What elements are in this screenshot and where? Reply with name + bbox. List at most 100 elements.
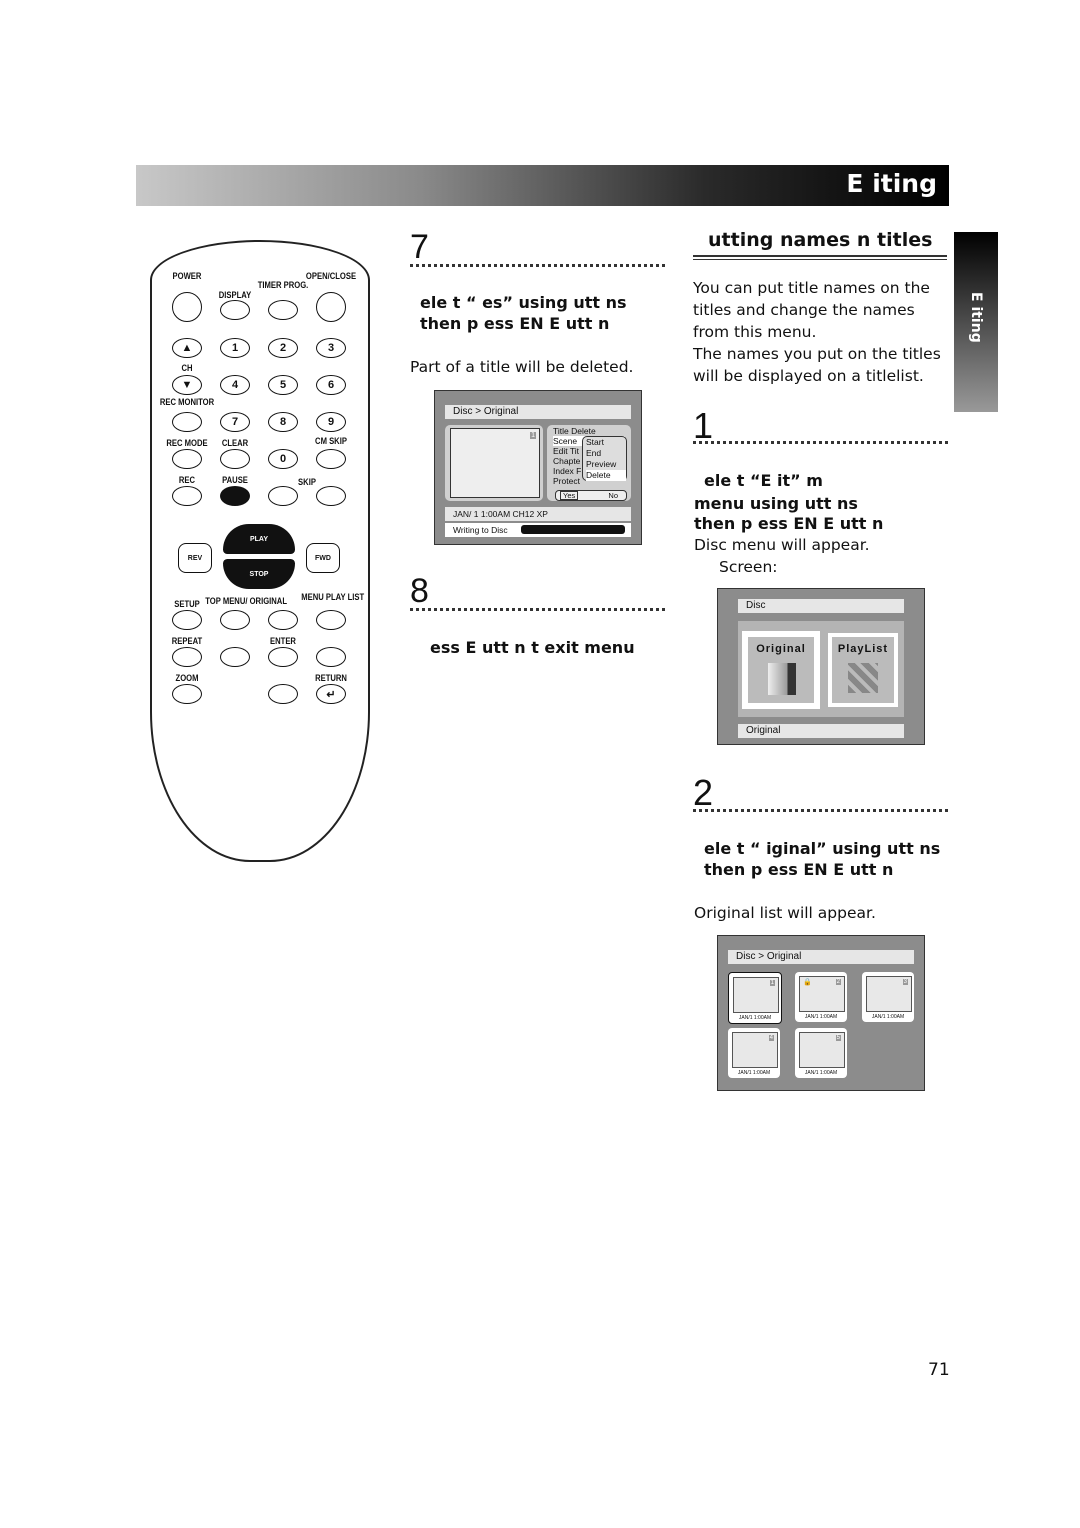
up-button[interactable] — [268, 610, 298, 630]
remote-label: REPEAT — [171, 636, 203, 646]
disc-menu-screen: Disc Original PlayList Original — [717, 588, 925, 745]
digit-6-button[interactable]: 6 — [316, 375, 346, 395]
no-button[interactable]: No — [608, 491, 618, 500]
remote-label: OPEN/CLOSE — [305, 271, 357, 281]
setup-button[interactable] — [172, 610, 202, 630]
divider — [693, 441, 948, 444]
remote-label: DISPLAY — [218, 290, 252, 300]
playlist-blocks-icon — [848, 663, 878, 693]
cm-skip-button[interactable] — [316, 449, 346, 469]
remote-label: MENU PLAY LIST — [301, 592, 365, 602]
remote-label: ZOOM — [175, 673, 199, 683]
step-note: Screen: — [719, 558, 778, 576]
channel-down-button[interactable]: ▼ — [172, 375, 202, 395]
step-note: Original list will appear. — [694, 904, 876, 922]
digit-9-button[interactable]: 9 — [316, 412, 346, 432]
manual-page: E iting POWER DISPLAY TIMER PROG. OPEN/CLOS… — [0, 0, 1080, 1528]
remote-label: REC MONITOR — [159, 397, 215, 407]
original-option[interactable]: Original — [742, 631, 820, 709]
skip-forward-button[interactable] — [316, 486, 346, 506]
skip-back-button[interactable] — [268, 486, 298, 506]
title-thumbnail[interactable]: 4 JAN/1 1:00AM — [728, 1028, 780, 1078]
edit-menu: Title Delete Scene Edit Tit Chapte Index F Pr… — [547, 425, 631, 501]
fwd-button[interactable]: FWD — [306, 543, 340, 573]
digit-1-button[interactable]: 1 — [220, 338, 250, 358]
right-button[interactable] — [316, 647, 346, 667]
title-underline — [693, 255, 947, 260]
remote-label: ENTER — [270, 636, 296, 646]
popup-item[interactable]: End — [586, 448, 626, 459]
zoom-button[interactable] — [172, 684, 202, 704]
step-instruction: ele t “ es” using utt ns then p ess EN E… — [420, 293, 627, 333]
title-thumbnail[interactable]: 5 JAN/1 1:00AM — [795, 1028, 847, 1078]
status-line: JAN/ 1 1:00AM CH12 XP — [445, 507, 631, 521]
section-header-title: E iting — [846, 169, 937, 198]
divider — [410, 264, 665, 267]
playlist-option[interactable]: PlayList — [828, 633, 898, 707]
down-button[interactable] — [268, 684, 298, 704]
title-thumbnail[interactable]: 3 JAN/1 1:00AM — [862, 972, 914, 1022]
remote-label: CH — [181, 363, 193, 373]
digit-2-button[interactable]: 2 — [268, 338, 298, 358]
progress-bar — [521, 525, 625, 534]
clear-button[interactable] — [220, 449, 250, 469]
step-number: 7 — [410, 228, 429, 266]
remote-label: TOP MENU/ ORIGINAL — [205, 596, 288, 606]
digit-8-button[interactable]: 8 — [268, 412, 298, 432]
intro-text: You can put title names on the titles an… — [693, 279, 941, 385]
original-list-screen: Disc > Original 1 JAN/1 1:00AM 2 🔒 JAN/1 1:0… — [717, 935, 925, 1091]
popup-item[interactable]: Preview — [586, 459, 626, 470]
step-note: Disc menu will appear. — [694, 536, 870, 554]
step-number: 2 — [693, 772, 714, 813]
remote-label: POWER — [172, 271, 202, 281]
rec-button[interactable] — [172, 486, 202, 506]
breadcrumb: Disc > Original — [445, 405, 631, 419]
menu-button[interactable] — [316, 610, 346, 630]
popup-item[interactable]: Delete — [586, 470, 626, 481]
step-instruction: ele t “ iginal” using utt ns then p ess … — [704, 839, 941, 879]
step-note: Part of a title will be deleted. — [410, 358, 634, 376]
digit-5-button[interactable]: 5 — [268, 375, 298, 395]
divider — [693, 809, 948, 812]
section-header-bar: E iting — [136, 165, 949, 206]
rec-monitor-button[interactable] — [172, 412, 202, 432]
pause-button[interactable] — [220, 486, 250, 506]
screen-footer: Original — [738, 724, 904, 738]
breadcrumb: Disc > Original — [728, 950, 914, 964]
channel-up-button[interactable]: ▲ — [172, 338, 202, 358]
timer-prog-button[interactable] — [268, 300, 298, 320]
remote-label: CM SKIP — [315, 436, 347, 446]
step-instruction: then p ess EN E utt n — [694, 514, 884, 533]
digit-3-button[interactable]: 3 — [316, 338, 346, 358]
digit-0-button[interactable]: 0 — [268, 449, 298, 469]
display-button[interactable] — [220, 300, 250, 320]
repeat-button[interactable] — [172, 647, 202, 667]
left-button[interactable] — [220, 647, 250, 667]
play-button[interactable]: PLAY — [223, 524, 295, 554]
preview-thumbnail: 1 — [450, 428, 540, 498]
rev-button[interactable]: REV — [178, 543, 212, 573]
digit-7-button[interactable]: 7 — [220, 412, 250, 432]
popup-item[interactable]: Start — [586, 437, 626, 448]
divider — [410, 608, 665, 611]
return-button[interactable]: ↵ — [316, 684, 346, 704]
step-number: 8 — [410, 572, 429, 610]
title-thumbnail[interactable]: 1 JAN/1 1:00AM — [728, 972, 782, 1024]
step-instruction: ess E utt n t exit menu — [430, 638, 635, 657]
original-cube-icon — [768, 663, 796, 695]
scene-delete-popup: Start End Preview Delete — [582, 436, 627, 481]
power-button[interactable] — [172, 292, 202, 322]
title-delete-screen: Disc > Original 1 Title Delete Scene Edit … — [434, 390, 642, 545]
remote-label: CLEAR — [221, 438, 249, 448]
section-title: utting names n titles — [708, 229, 933, 251]
title-thumbnail[interactable]: 2 🔒 JAN/1 1:00AM — [795, 972, 847, 1022]
yes-button[interactable]: Yes — [560, 491, 579, 500]
screen-header: Disc — [738, 599, 904, 613]
top-menu-button[interactable] — [220, 610, 250, 630]
digit-4-button[interactable]: 4 — [220, 375, 250, 395]
remote-label: RETURN — [315, 673, 347, 683]
enter-button[interactable] — [268, 647, 298, 667]
rec-mode-button[interactable] — [172, 449, 202, 469]
menu-item[interactable]: Title Delete — [553, 426, 625, 436]
open-close-button[interactable] — [316, 292, 346, 322]
